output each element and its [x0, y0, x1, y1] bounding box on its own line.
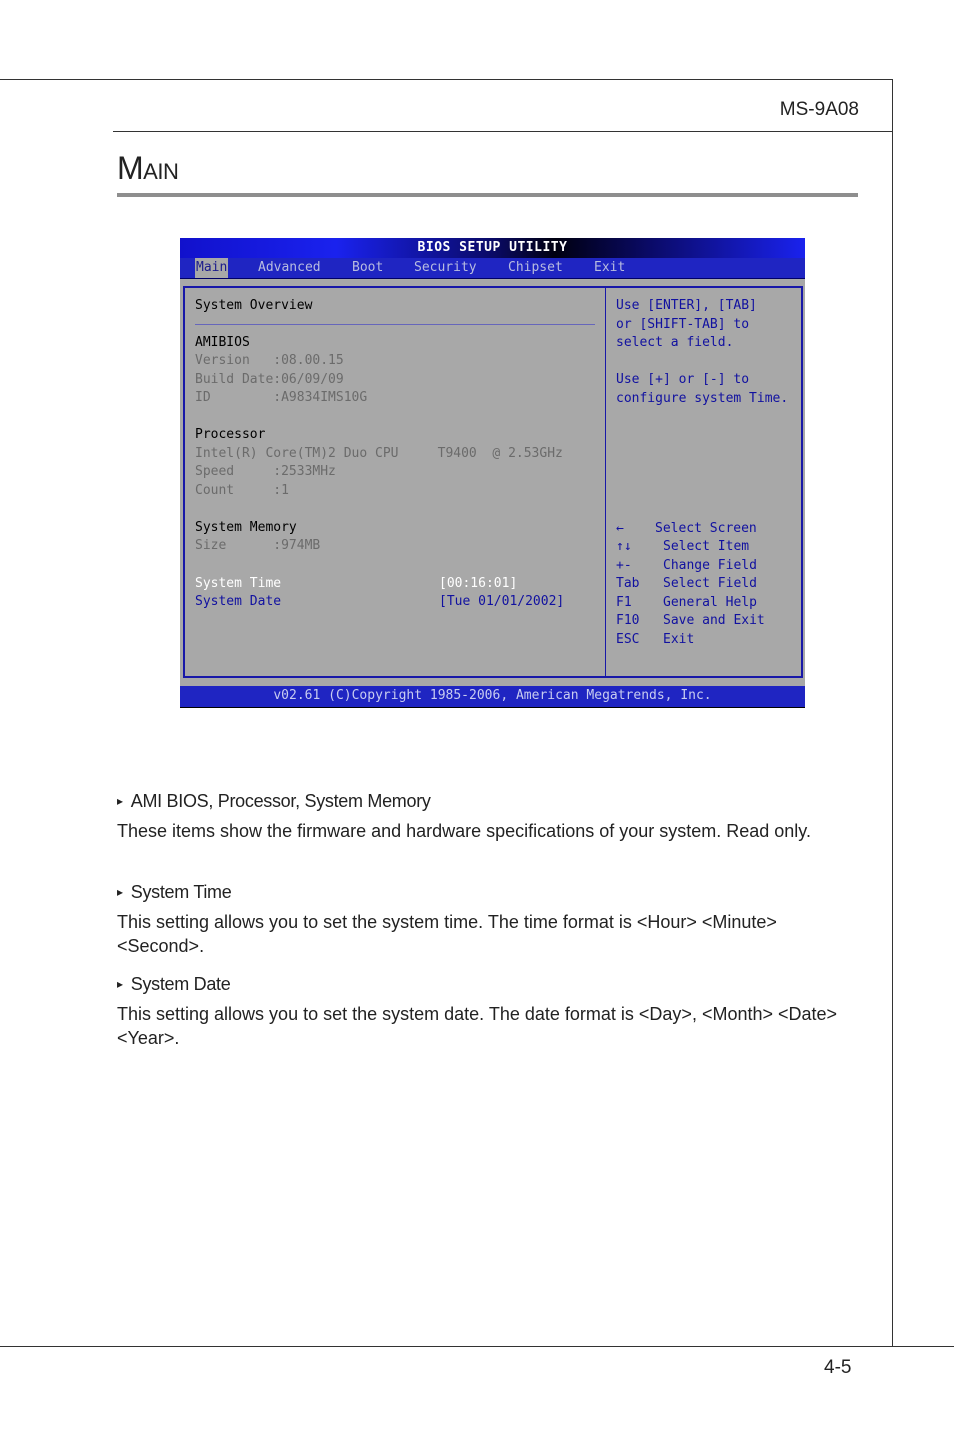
model-number: MS-9A08 — [779, 99, 859, 120]
section-title-rest: AIN — [143, 159, 179, 184]
item-heading-text: System Date — [130, 974, 231, 994]
bios-menu-bar: Main Advanced Boot Security Chipset Exit — [180, 258, 805, 279]
processor-name: Intel(R) Core(TM)2 Duo CPU T9400 @ 2.53G… — [195, 446, 563, 461]
processor-count: Count :1 — [195, 483, 289, 498]
key-desc: General Help — [663, 595, 757, 610]
amibios-label: AMIBIOS — [195, 335, 250, 350]
header-rule — [113, 131, 893, 132]
bios-build-date: Build Date:06/09/09 — [195, 372, 344, 387]
key-f1: F1 — [616, 595, 632, 610]
bullet-triangle-icon: ▸ — [117, 977, 123, 991]
bios-tab-boot[interactable]: Boot — [352, 258, 383, 278]
system-date-label[interactable]: System Date — [195, 593, 281, 611]
help-line: Use [ENTER], [TAB] — [616, 298, 757, 313]
bios-id: ID :A9834IMS10G — [195, 390, 368, 405]
bios-screen: BIOS SETUP UTILITY Main Advanced Boot Se… — [180, 238, 805, 708]
key-desc: Select Item — [663, 539, 750, 554]
page-frame-top-line — [0, 79, 893, 80]
system-time-value[interactable]: [00:16:01] — [439, 575, 517, 593]
bios-tab-chipset[interactable]: Chipset — [508, 258, 563, 278]
key-desc: Select Screen — [655, 521, 757, 536]
key-f10: F10 — [616, 613, 640, 628]
key-desc: Exit — [663, 632, 695, 647]
bios-tab-security[interactable]: Security — [414, 258, 477, 278]
key-esc: ESC — [616, 632, 640, 647]
key-plus-minus: +- — [616, 558, 632, 573]
bios-help-panel: Use [ENTER], [TAB] or [SHIFT-TAB] to sel… — [605, 286, 803, 678]
key-desc: Save and Exit — [663, 613, 765, 628]
section-title-rule — [117, 193, 858, 197]
item-heading-system-date: ▸ System Date — [117, 974, 231, 995]
system-memory-label: System Memory — [195, 520, 297, 535]
bullet-triangle-icon: ▸ — [117, 885, 123, 899]
item-description: These items show the firmware and hardwa… — [117, 821, 811, 841]
bios-tab-exit[interactable]: Exit — [594, 258, 625, 278]
processor-speed: Speed :2533MHz — [195, 464, 336, 479]
item-heading-system-time: ▸ System Time — [117, 882, 232, 903]
system-overview-title: System Overview — [195, 298, 313, 313]
page-frame-right-line — [892, 79, 893, 1346]
system-date-value[interactable]: [Tue 01/01/2002] — [439, 593, 564, 611]
key-desc: Change Field — [663, 558, 757, 573]
item-heading-text: System Time — [130, 882, 232, 902]
bios-title-bar: BIOS SETUP UTILITY — [180, 238, 805, 258]
processor-label: Processor — [195, 427, 266, 442]
bios-tab-main[interactable]: Main — [195, 258, 229, 278]
bios-version: Version :08.00.15 — [195, 353, 344, 368]
help-line: configure system Time. — [616, 391, 789, 406]
key-desc: Select Field — [663, 576, 757, 591]
system-time-label[interactable]: System Time — [195, 575, 281, 593]
bios-tab-advanced[interactable]: Advanced — [258, 258, 321, 278]
section-title-initial: M — [117, 150, 144, 186]
page-number: 4-5 — [824, 1357, 852, 1378]
bios-main-panel: System Overview AMIBIOS Version :08.00.1… — [183, 286, 606, 678]
section-title: MAIN — [117, 150, 179, 187]
item-description: This setting allows you to set the syste… — [117, 912, 777, 956]
item-heading-text: AMI BIOS, Processor, System Memory — [130, 791, 431, 811]
bullet-triangle-icon: ▸ — [117, 794, 123, 808]
help-line: Use [+] or [-] to — [616, 372, 750, 387]
key-left-arrow-icon: ← — [616, 521, 624, 536]
memory-size: Size :974MB — [195, 538, 321, 553]
bios-copyright-footer: v02.61 (C)Copyright 1985-2006, American … — [180, 686, 805, 708]
key-tab: Tab — [616, 576, 640, 591]
help-line: select a field. — [616, 335, 734, 350]
footer-rule — [0, 1346, 954, 1347]
help-line: or [SHIFT-TAB] to — [616, 317, 750, 332]
item-heading-amibios: ▸ AMI BIOS, Processor, System Memory — [117, 791, 431, 812]
key-up-down-arrow-icon: ↑↓ — [616, 539, 632, 554]
overview-divider — [195, 324, 595, 325]
item-description: This setting allows you to set the syste… — [117, 1004, 838, 1048]
